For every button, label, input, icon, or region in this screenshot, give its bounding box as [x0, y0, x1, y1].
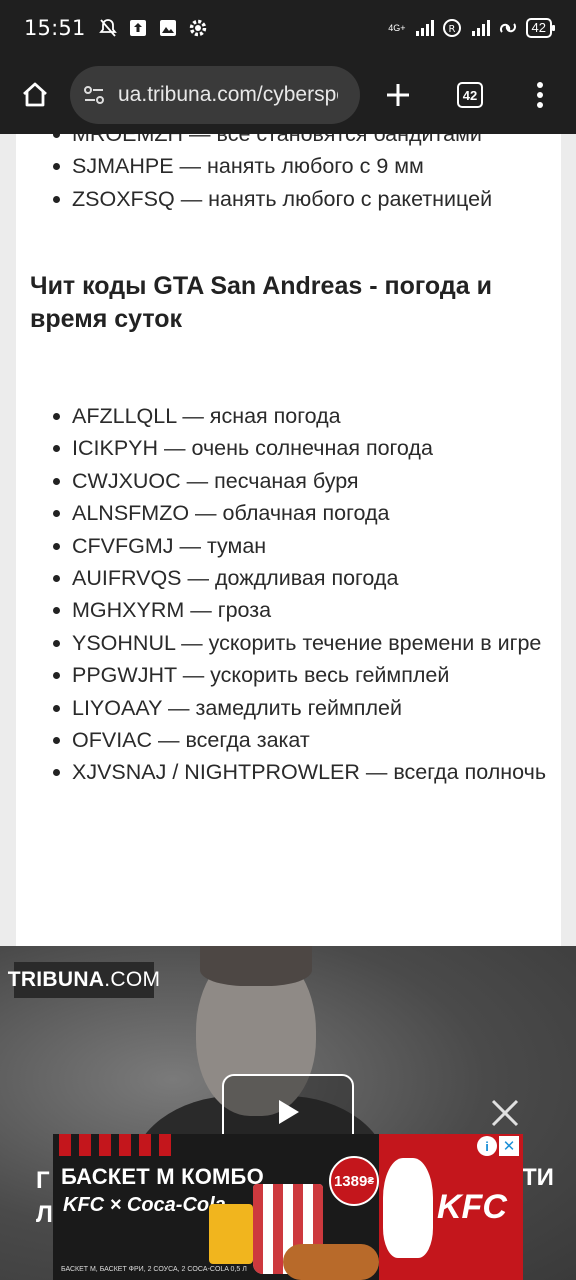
signal-icon	[414, 18, 434, 38]
site-settings-icon[interactable]	[82, 83, 106, 107]
gear-icon	[188, 18, 208, 38]
link-icon	[498, 18, 518, 38]
list-item: PPGWJHT — ускорить весь геймплей	[53, 659, 548, 691]
tribuna-logo: TRIBUNA .COM	[8, 962, 160, 998]
list-item: AFZLLQLL — ясная погода	[53, 400, 548, 432]
list-item: YSOHNUL — ускорить течение времени в игр…	[53, 627, 548, 659]
ad-brands: KFC × Coca-Cola	[63, 1194, 226, 1216]
registered-icon: R	[442, 18, 462, 38]
address-bar[interactable]: ua.tribuna.com/cybersport	[70, 66, 360, 124]
list-item: LIYOAAY — замедлить геймплей	[53, 692, 548, 724]
ad-price-badge: 1389 ₴	[329, 1156, 379, 1206]
status-bar: 15:51 4G+ R 42	[0, 0, 576, 56]
list-item: ALNSFMZO — облачная погода	[53, 497, 548, 529]
browser-toolbar: ua.tribuna.com/cybersport 42	[0, 56, 576, 134]
list-item: SJMAHPE — нанять любого с 9 мм	[53, 150, 548, 182]
menu-button[interactable]	[504, 56, 576, 134]
ad-price: 1389	[333, 1172, 368, 1190]
ad-price-currency: ₴	[367, 1175, 375, 1187]
home-button[interactable]	[0, 56, 70, 134]
list-item: XJVSNAJ / NIGHTPROWLER — всегда полночь	[53, 756, 548, 788]
svg-text:R: R	[448, 24, 455, 35]
ad-left-panel: БАСКЕТ М КОМБО KFC × Coca-Cola 1389 ₴ БАС…	[53, 1134, 379, 1280]
signal-icon	[470, 18, 490, 38]
list-item: MGHXYRM — гроза	[53, 594, 548, 626]
photo-icon	[158, 18, 178, 38]
url-text[interactable]: ua.tribuna.com/cybersport	[118, 83, 338, 107]
kfc-logo: KFC	[383, 1144, 513, 1270]
ad-fine-print: БАСКЕТ М, БАСКЕТ ФРИ, 2 СОУСА, 2 COCA-CO…	[61, 1266, 247, 1273]
list-item: ICIKPYH — очень солнечная погода	[53, 432, 548, 464]
new-tab-button[interactable]	[360, 56, 436, 134]
cheat-list-weather: AFZLLQLL — ясная погода ICIKPYH — очень …	[53, 400, 548, 789]
notification-icons	[98, 18, 208, 38]
article-page[interactable]: MROEMZH — все становятся бандитами SJMAH…	[0, 134, 576, 946]
tab-count: 42	[457, 82, 483, 108]
logo-light: .COM	[104, 968, 161, 991]
logo-bold: TRIBUNA	[7, 968, 105, 991]
video-close-button[interactable]	[490, 1098, 520, 1128]
ad-fries-image	[209, 1204, 253, 1264]
list-item: CFVFGMJ — туман	[53, 530, 548, 562]
article-card: MROEMZH — все становятся бандитами SJMAH…	[16, 134, 561, 946]
ad-info-icon[interactable]: i	[477, 1136, 497, 1156]
more-vert-icon	[537, 82, 543, 108]
list-item: MROEMZH — все становятся бандитами	[53, 134, 548, 150]
system-icons: 4G+ R 42	[388, 18, 556, 38]
colonel-logo-icon	[383, 1158, 433, 1258]
ad-brand: KFC	[437, 1188, 507, 1226]
cheat-list-npc: MROEMZH — все становятся бандитами SJMAH…	[53, 134, 548, 215]
status-time: 15:51	[24, 16, 86, 40]
plus-icon	[387, 84, 409, 106]
ad-stripes	[59, 1134, 171, 1156]
ad-chicken-image	[283, 1244, 379, 1280]
network-type: 4G+	[388, 22, 406, 33]
list-item: CWJXUOC — песчаная буря	[53, 465, 548, 497]
home-icon	[23, 82, 47, 107]
battery-icon: 42	[525, 18, 556, 38]
ad-close-icon[interactable]: ✕	[499, 1136, 519, 1156]
list-item: ZSOXFSQ — нанять любого с ракетницей	[53, 183, 548, 215]
play-icon	[279, 1100, 299, 1124]
list-item: OFVIAC — всегда закат	[53, 724, 548, 756]
section-heading: Чит коды GTA San Andreas - погода и врем…	[30, 272, 492, 333]
mute-bell-icon	[98, 18, 118, 38]
list-item: AUIFRVQS — дождливая погода	[53, 562, 548, 594]
close-icon	[491, 1099, 519, 1127]
video-person-hair	[200, 946, 312, 986]
ad-title: БАСКЕТ М КОМБО	[61, 1164, 264, 1189]
upload-icon	[128, 18, 148, 38]
video-title-left: Г Л	[36, 1167, 53, 1228]
ad-banner[interactable]: БАСКЕТ М КОМБО KFC × Coca-Cola 1389 ₴ БАС…	[53, 1134, 523, 1280]
tab-switcher-button[interactable]: 42	[436, 56, 504, 134]
video-title-right: ТИ	[522, 1164, 554, 1191]
